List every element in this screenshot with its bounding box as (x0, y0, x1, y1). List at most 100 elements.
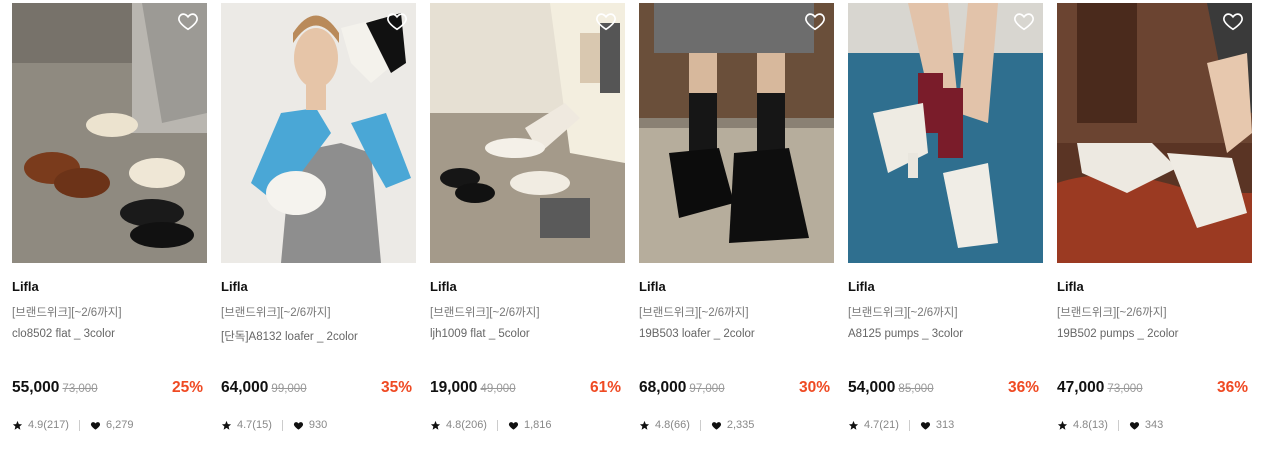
discount-rate: 36% (1216, 379, 1248, 396)
meta-row: 4.9(217) 6,279 (12, 418, 207, 432)
original-price: 99,000 (271, 383, 307, 395)
sale-price: 47,000 (1057, 379, 1105, 396)
promo-text: [브랜드위크][~2/6까지] (221, 307, 331, 319)
wishlist-heart-icon[interactable] (177, 10, 199, 32)
star-icon (639, 420, 650, 431)
product-card[interactable]: Lifla [브랜드위크][~2/6까지] A8125 pumps _ 3col… (848, 3, 1043, 458)
sale-price: 68,000 (639, 379, 687, 396)
product-grid: Lifla [브랜드위크][~2/6까지] clo8502 flat _ 3co… (12, 3, 1252, 458)
rating-text: 4.8(13) (1073, 419, 1108, 431)
brand-name[interactable]: Lifla (430, 279, 625, 297)
product-card[interactable]: Lifla [브랜드위크][~2/6까지] 19B502 pumps _ 2co… (1057, 3, 1252, 458)
divider (281, 419, 283, 431)
rating-text: 4.8(66) (655, 419, 690, 431)
sale-price: 19,000 (430, 379, 478, 396)
product-photo (1057, 3, 1252, 263)
wishlist-heart-icon[interactable] (804, 10, 826, 32)
brand-name[interactable]: Lifla (639, 279, 834, 297)
promo-text: [브랜드위크][~2/6까지] (12, 307, 122, 319)
original-price: 85,000 (898, 383, 934, 395)
price-row: 55,000 73,000 25% (12, 379, 207, 399)
brand-name[interactable]: Lifla (221, 279, 416, 297)
brand-name[interactable]: Lifla (848, 279, 1043, 297)
meta-row: 4.8(13) 343 (1057, 418, 1252, 432)
product-image[interactable] (221, 3, 416, 263)
rating-text: 4.8(206) (446, 419, 487, 431)
product-name[interactable]: 19B503 loafer _ 2color (639, 328, 834, 344)
heart-filled-icon (508, 420, 519, 431)
likes-count: 2,335 (726, 419, 755, 431)
rating-text: 4.7(21) (864, 419, 899, 431)
product-photo (430, 3, 625, 263)
original-price: 73,000 (1107, 383, 1143, 395)
heart-filled-icon (90, 420, 101, 431)
likes-count: 313 (935, 419, 955, 431)
meta-row: 4.8(206) 1,816 (430, 418, 625, 432)
product-card[interactable]: Lifla [브랜드위크][~2/6까지] clo8502 flat _ 3co… (12, 3, 207, 458)
product-name[interactable]: A8125 pumps _ 3color (848, 328, 1043, 344)
likes-count: 930 (308, 419, 328, 431)
divider (699, 419, 701, 431)
price-row: 68,000 97,000 30% (639, 379, 834, 399)
product-name[interactable]: 19B502 pumps _ 2color (1057, 328, 1252, 344)
heart-filled-icon (920, 420, 931, 431)
price-row: 47,000 73,000 36% (1057, 379, 1252, 399)
star-icon (848, 420, 859, 431)
product-card[interactable]: Lifla [브랜드위크][~2/6까지] 19B503 loafer _ 2c… (639, 3, 834, 458)
wishlist-heart-icon[interactable] (595, 10, 617, 32)
discount-rate: 36% (1007, 379, 1039, 396)
star-icon (1057, 420, 1068, 431)
promo-text: [브랜드위크][~2/6까지] (848, 307, 958, 319)
original-price: 97,000 (689, 383, 725, 395)
sale-price: 54,000 (848, 379, 896, 396)
product-photo (848, 3, 1043, 263)
star-icon (12, 420, 23, 431)
sale-price: 64,000 (221, 379, 269, 396)
wishlist-heart-icon[interactable] (1222, 10, 1244, 32)
product-name[interactable]: [단독]A8132 loafer _ 2color (221, 328, 416, 344)
likes-count: 343 (1144, 419, 1164, 431)
product-photo (221, 3, 416, 263)
discount-rate: 25% (171, 379, 203, 396)
promo-text: [브랜드위크][~2/6까지] (430, 307, 540, 319)
brand-name[interactable]: Lifla (12, 279, 207, 297)
price-row: 54,000 85,000 36% (848, 379, 1043, 399)
discount-rate: 35% (380, 379, 412, 396)
star-icon (221, 420, 232, 431)
price-row: 19,000 49,000 61% (430, 379, 625, 399)
original-price: 49,000 (480, 383, 516, 395)
product-image[interactable] (848, 3, 1043, 263)
promo-text: [브랜드위크][~2/6까지] (639, 307, 749, 319)
discount-rate: 61% (589, 379, 621, 396)
divider (78, 419, 80, 431)
product-image[interactable] (430, 3, 625, 263)
product-card[interactable]: Lifla [브랜드위크][~2/6까지] [단독]A8132 loafer _… (221, 3, 416, 458)
meta-row: 4.7(15) 930 (221, 418, 416, 432)
product-image[interactable] (1057, 3, 1252, 263)
divider (496, 419, 498, 431)
sale-price: 55,000 (12, 379, 60, 396)
product-photo (12, 3, 207, 263)
price-row: 64,000 99,000 35% (221, 379, 416, 399)
heart-filled-icon (293, 420, 304, 431)
heart-filled-icon (1129, 420, 1140, 431)
product-name[interactable]: clo8502 flat _ 3color (12, 328, 207, 344)
star-icon (430, 420, 441, 431)
wishlist-heart-icon[interactable] (386, 10, 408, 32)
rating-text: 4.9(217) (28, 419, 69, 431)
product-image[interactable] (639, 3, 834, 263)
product-card[interactable]: Lifla [브랜드위크][~2/6까지] ljh1009 flat _ 5co… (430, 3, 625, 458)
product-photo (639, 3, 834, 263)
original-price: 73,000 (62, 383, 98, 395)
meta-row: 4.8(66) 2,335 (639, 418, 834, 432)
rating-text: 4.7(15) (237, 419, 272, 431)
product-image[interactable] (12, 3, 207, 263)
likes-count: 1,816 (523, 419, 552, 431)
wishlist-heart-icon[interactable] (1013, 10, 1035, 32)
brand-name[interactable]: Lifla (1057, 279, 1252, 297)
heart-filled-icon (711, 420, 722, 431)
product-name[interactable]: ljh1009 flat _ 5color (430, 328, 625, 344)
divider (908, 419, 910, 431)
promo-text: [브랜드위크][~2/6까지] (1057, 307, 1167, 319)
meta-row: 4.7(21) 313 (848, 418, 1043, 432)
